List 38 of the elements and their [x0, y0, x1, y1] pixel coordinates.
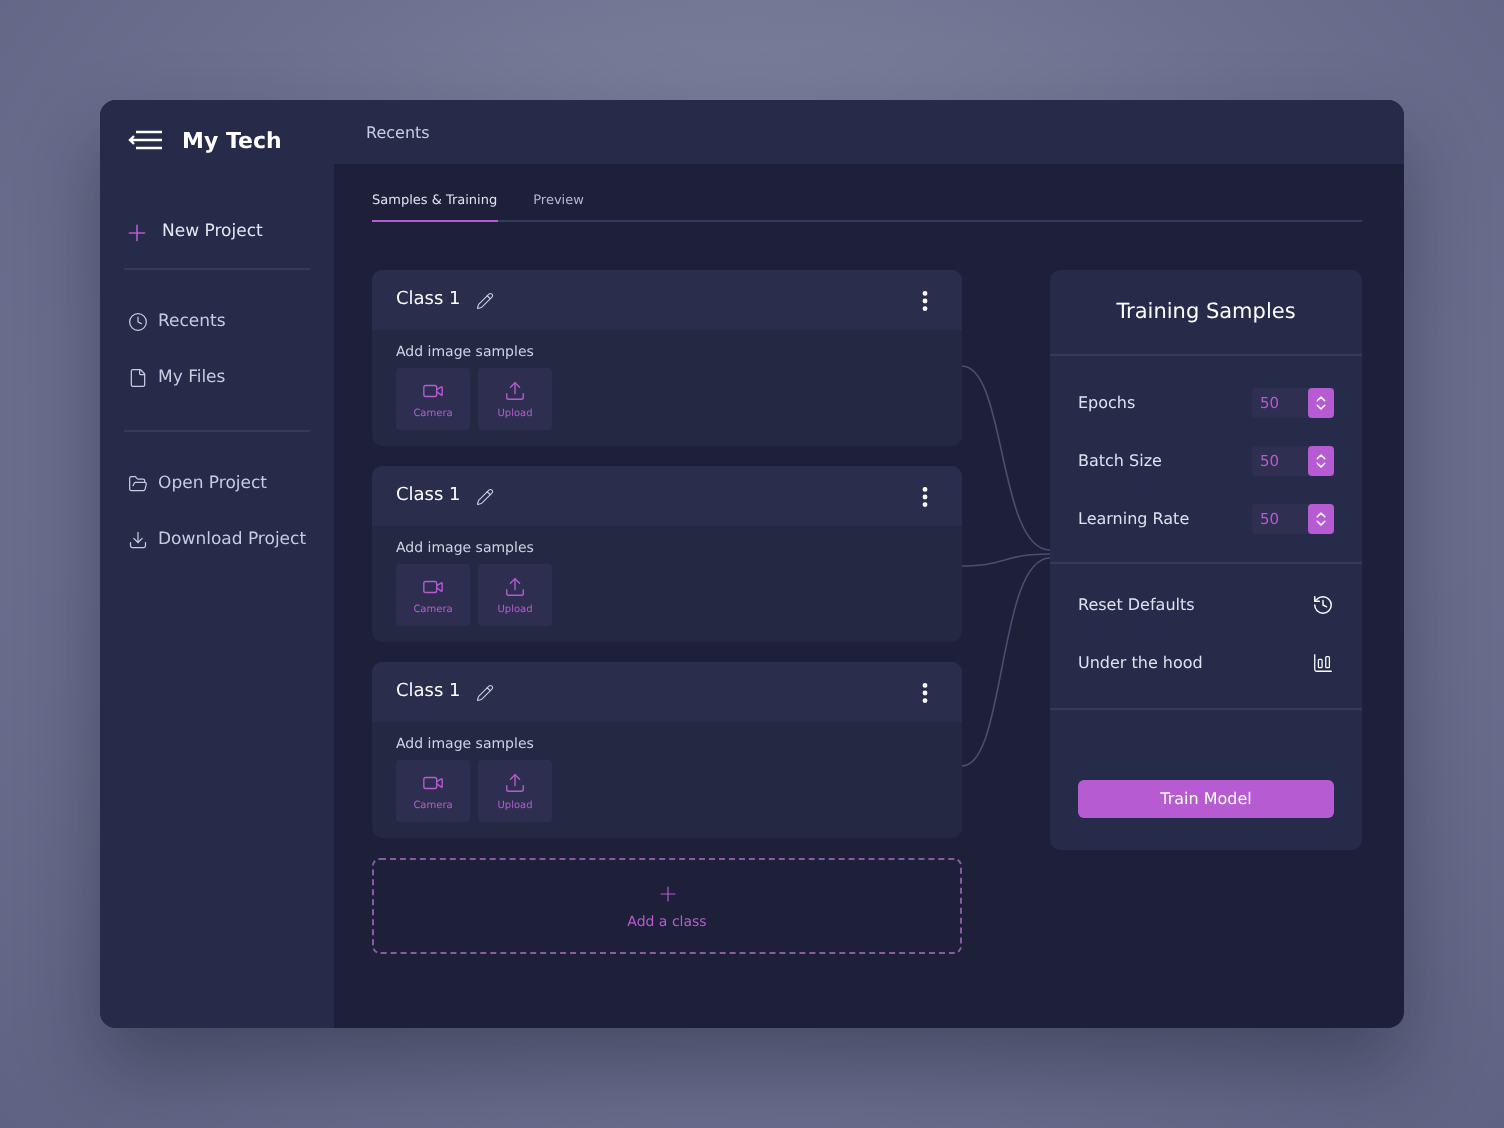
- sidebar-item[interactable]: Download Project: [124, 528, 310, 552]
- video-camera-icon: [422, 575, 444, 597]
- plus-icon: [124, 219, 150, 245]
- pencil-icon[interactable]: [476, 487, 495, 505]
- panel-title: Training Samples: [1116, 300, 1296, 324]
- video-camera-icon: [422, 771, 444, 793]
- video-camera-icon: [422, 379, 444, 401]
- upload-icon: [504, 379, 526, 401]
- pencil-icon[interactable]: [476, 683, 495, 701]
- stepper-icon: [1308, 504, 1334, 534]
- parameter-label: Epochs: [1078, 394, 1136, 412]
- stepper-icon: [1308, 446, 1334, 476]
- page-title: Recents: [366, 123, 430, 141]
- folder-icon: [128, 474, 148, 494]
- app-title: My Tech: [182, 127, 282, 153]
- upload-icon: [504, 771, 526, 793]
- clock-icon: [128, 312, 148, 332]
- parameter-label: Batch Size: [1078, 452, 1162, 470]
- download-icon: [128, 530, 148, 550]
- pencil-icon[interactable]: [476, 291, 495, 309]
- file-icon: [128, 368, 148, 388]
- sidebar-item[interactable]: Open Project: [124, 472, 310, 496]
- sidebar-item[interactable]: Recents: [124, 310, 310, 334]
- menu-collapse-icon[interactable]: [128, 130, 162, 150]
- chart-icon: [1312, 652, 1334, 674]
- stepper-icon: [1308, 388, 1334, 418]
- train-model-button[interactable]: Train Model: [1078, 780, 1334, 818]
- history-icon: [1312, 594, 1334, 616]
- new-project-button[interactable]: New Project: [124, 220, 310, 244]
- parameter-label: Learning Rate: [1078, 510, 1190, 528]
- class-name: Class 1: [396, 290, 461, 310]
- panel-link[interactable]: Under the hood: [1078, 634, 1334, 692]
- panel-link[interactable]: Reset Defaults: [1078, 576, 1334, 634]
- class-name: Class 1: [396, 682, 461, 702]
- class-name: Class 1: [396, 486, 461, 506]
- sidebar-item[interactable]: My Files: [124, 366, 310, 390]
- upload-icon: [504, 575, 526, 597]
- plus-icon: [655, 882, 679, 906]
